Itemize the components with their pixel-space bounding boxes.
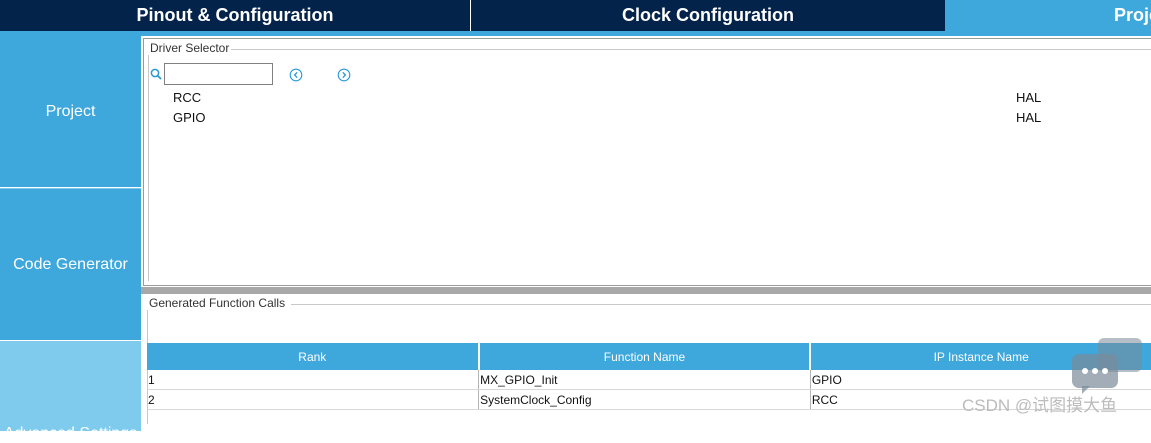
top-tab-bar: Pinout & Configuration Clock Configurati… bbox=[0, 0, 1151, 36]
table-row[interactable]: 1 MX_GPIO_Init GPIO bbox=[147, 370, 1151, 390]
next-icon[interactable] bbox=[337, 68, 351, 82]
tab-label: Pinout & Configuration bbox=[136, 5, 334, 25]
sidebar-item-project[interactable]: Project bbox=[0, 36, 141, 187]
sidebar-item-advanced-settings[interactable]: Advanced Settings bbox=[0, 341, 141, 442]
function-name-cell: SystemClock_Config bbox=[478, 389, 811, 410]
sidebar-item-label: Project bbox=[45, 102, 96, 120]
column-header-function-name[interactable]: Function Name bbox=[478, 343, 812, 370]
rank-cell: 2 bbox=[147, 389, 480, 410]
driver-ip-name: GPIO bbox=[173, 110, 206, 125]
prev-icon[interactable] bbox=[289, 68, 303, 82]
function-name-cell: MX_GPIO_Init bbox=[478, 370, 811, 390]
column-header-rank[interactable]: Rank bbox=[147, 343, 480, 370]
main-content: Driver Selector RCC HAL GPIO HAL Generat… bbox=[141, 36, 1151, 424]
panel-splitter[interactable] bbox=[141, 287, 1151, 294]
tab-pinout-configuration[interactable]: Pinout & Configuration bbox=[0, 0, 470, 31]
generated-calls-title: Generated Function Calls bbox=[147, 296, 292, 310]
driver-selector-panel: Driver Selector RCC HAL GPIO HAL bbox=[143, 38, 1151, 286]
chat-bubble-icon bbox=[1072, 338, 1142, 394]
watermark-text: CSDN @试图摸大鱼 bbox=[962, 396, 1118, 415]
rank-cell: 1 bbox=[147, 370, 480, 390]
driver-type[interactable]: HAL bbox=[1016, 90, 1041, 105]
driver-search-input[interactable] bbox=[164, 63, 273, 85]
tab-label: Clock Configuration bbox=[622, 5, 794, 25]
tab-label: Proje bbox=[1114, 5, 1151, 25]
table-header-row: Rank Function Name IP Instance Name bbox=[147, 343, 1151, 370]
driver-selector-fieldset bbox=[148, 49, 1151, 281]
driver-selector-title: Driver Selector bbox=[148, 41, 232, 55]
driver-row[interactable]: RCC HAL bbox=[144, 88, 1151, 108]
driver-type[interactable]: HAL bbox=[1016, 110, 1041, 125]
tab-clock-configuration[interactable]: Clock Configuration bbox=[471, 0, 945, 31]
search-icon bbox=[150, 68, 162, 80]
sidebar-item-label: Advanced Settings bbox=[3, 425, 138, 442]
sidebar: Project Code Generator Advanced Settings bbox=[0, 36, 141, 442]
driver-row[interactable]: GPIO HAL bbox=[144, 108, 1151, 128]
driver-ip-name: RCC bbox=[173, 90, 202, 105]
sidebar-item-code-generator[interactable]: Code Generator bbox=[0, 188, 141, 340]
sidebar-item-label: Code Generator bbox=[13, 255, 128, 273]
tab-project-manager[interactable]: Proje bbox=[946, 0, 1151, 31]
